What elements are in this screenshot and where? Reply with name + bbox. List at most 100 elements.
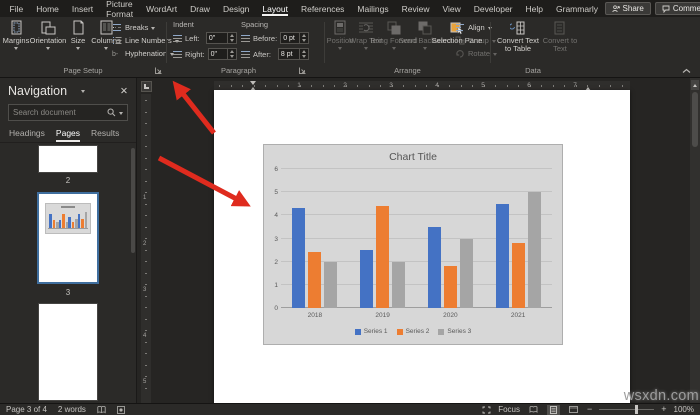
macro-icon[interactable] bbox=[117, 406, 125, 414]
collapse-ribbon-chevron-icon[interactable] bbox=[682, 68, 691, 74]
ruler-tick bbox=[145, 238, 147, 239]
spacing-title: Spacing bbox=[241, 20, 309, 29]
menu-tab-layout[interactable]: Layout bbox=[256, 0, 295, 17]
focus-icon[interactable] bbox=[482, 406, 491, 414]
indent-left-field: Left: 0" bbox=[173, 32, 237, 44]
bar-2018-series-3[interactable] bbox=[324, 262, 337, 308]
legend-item: Series 2 bbox=[397, 328, 430, 335]
zoom-out-button[interactable]: − bbox=[587, 405, 592, 414]
page-setup-dialog-launcher-icon[interactable] bbox=[154, 66, 163, 75]
group-label-data: Data bbox=[491, 66, 575, 75]
bar-2021-series-3[interactable] bbox=[528, 192, 541, 308]
ruler-number: 2 bbox=[143, 241, 146, 247]
bar-2019-series-3[interactable] bbox=[392, 262, 405, 308]
bar-2020-series-2[interactable] bbox=[444, 266, 457, 308]
paragraph-dialog-launcher-icon[interactable] bbox=[298, 66, 307, 75]
word-window: FileHomeInsertPicture FormatWordArtDrawD… bbox=[0, 0, 700, 415]
close-pane-icon[interactable]: ✕ bbox=[120, 87, 128, 96]
scrollbar-thumb[interactable] bbox=[692, 92, 698, 147]
spacing-after-input[interactable]: 8 pt bbox=[278, 48, 309, 60]
menu-tab-file[interactable]: File bbox=[3, 0, 30, 17]
menu-tab-insert[interactable]: Insert bbox=[65, 0, 99, 17]
spinner[interactable] bbox=[227, 33, 236, 43]
bar-2021-series-1[interactable] bbox=[496, 204, 509, 308]
convert-text-to-table-icon bbox=[510, 20, 526, 36]
bar-2018-series-2[interactable] bbox=[308, 252, 321, 308]
spinner[interactable] bbox=[227, 49, 236, 59]
y-axis-label: 2 bbox=[274, 259, 278, 266]
x-axis-label: 2019 bbox=[349, 312, 417, 319]
vertical-ruler[interactable]: 12345 bbox=[141, 94, 151, 403]
pane-options-chevron-icon[interactable] bbox=[81, 90, 85, 93]
bar-2020-series-1[interactable] bbox=[428, 227, 441, 308]
ruler-tick bbox=[380, 85, 381, 87]
bar-2019-series-1[interactable] bbox=[360, 250, 373, 308]
zoom-level[interactable]: 100% bbox=[674, 405, 694, 414]
zoom-in-button[interactable]: + bbox=[661, 405, 666, 414]
menu-tab-references[interactable]: References bbox=[294, 0, 350, 17]
spacing-before-input[interactable]: 0 pt bbox=[280, 32, 309, 44]
size-button[interactable]: Size bbox=[66, 17, 90, 50]
zoom-slider[interactable] bbox=[599, 409, 654, 410]
share-button[interactable]: Share bbox=[605, 2, 651, 15]
focus-button[interactable]: Focus bbox=[498, 405, 520, 414]
zoom-slider-thumb[interactable] bbox=[635, 405, 638, 414]
thumbnail-page-4[interactable] bbox=[39, 304, 97, 400]
align-icon bbox=[455, 23, 465, 32]
bar-2018-series-1[interactable] bbox=[292, 208, 305, 308]
menu-tab-draw[interactable]: Draw bbox=[184, 0, 217, 17]
print-layout-button[interactable] bbox=[547, 405, 560, 415]
group-label-arrange: Arrange bbox=[325, 66, 490, 75]
comments-button[interactable]: Comments bbox=[655, 2, 700, 15]
menu-tab-grammarly[interactable]: Grammarly bbox=[550, 0, 605, 17]
indent-right-input[interactable]: 0" bbox=[208, 48, 237, 60]
word-count[interactable]: 2 words bbox=[58, 405, 86, 414]
nav-tab-headings[interactable]: Headings bbox=[9, 128, 45, 142]
ruler-tick bbox=[472, 85, 473, 87]
document-scrollbar[interactable] bbox=[690, 78, 700, 403]
menu-tab-help[interactable]: Help bbox=[519, 0, 549, 17]
menu-tab-view[interactable]: View bbox=[436, 0, 467, 17]
spinner[interactable] bbox=[299, 49, 308, 59]
menu-tab-design[interactable]: Design bbox=[216, 0, 255, 17]
orientation-icon bbox=[40, 20, 56, 36]
menu-tab-developer[interactable]: Developer bbox=[467, 0, 519, 17]
web-layout-button[interactable] bbox=[567, 405, 580, 415]
ruler-tick bbox=[265, 85, 266, 87]
ruler-tick bbox=[145, 261, 147, 262]
tab-selector[interactable] bbox=[141, 81, 152, 92]
scroll-up-button[interactable] bbox=[691, 80, 699, 90]
search-options-chevron-icon[interactable] bbox=[119, 112, 123, 115]
thumbnail-page-3-selected[interactable] bbox=[37, 192, 99, 284]
mini-bar-group bbox=[59, 211, 69, 228]
menu-tab-mailings[interactable]: Mailings bbox=[351, 0, 395, 17]
ruler-tick bbox=[507, 85, 508, 87]
orientation-button[interactable]: Orientation bbox=[32, 17, 64, 50]
thumbnail-page-2[interactable] bbox=[39, 146, 97, 172]
spinner[interactable] bbox=[299, 33, 308, 43]
convert-text-to-table-button[interactable]: Convert Text to Table bbox=[497, 17, 539, 53]
embedded-bar-chart[interactable]: Chart Title 0123456 2018201920202021 Ser… bbox=[263, 144, 563, 345]
menu-tab-home[interactable]: Home bbox=[30, 0, 66, 17]
bar-2020-series-3[interactable] bbox=[460, 239, 473, 309]
ruler-number: 1 bbox=[143, 195, 146, 201]
menu-tab-picture-format[interactable]: Picture Format bbox=[100, 0, 140, 17]
ruler-number: 4 bbox=[143, 333, 146, 339]
indent-left-input[interactable]: 0" bbox=[206, 32, 237, 44]
bar-2021-series-2[interactable] bbox=[512, 243, 525, 308]
search-input[interactable]: Search document bbox=[8, 104, 128, 121]
document-page[interactable]: Chart Title 0123456 2018201920202021 Ser… bbox=[214, 90, 630, 409]
nav-tab-pages[interactable]: Pages bbox=[56, 128, 80, 142]
mini-bar bbox=[68, 217, 71, 228]
page-indicator[interactable]: Page 3 of 4 bbox=[6, 405, 47, 414]
menu-tab-review[interactable]: Review bbox=[395, 0, 436, 17]
menu-tab-wordart[interactable]: WordArt bbox=[140, 0, 184, 17]
navigation-scrollbar[interactable] bbox=[131, 148, 135, 253]
ruler-tick bbox=[145, 215, 147, 216]
search-icon[interactable] bbox=[107, 108, 116, 117]
margins-button[interactable]: Margins bbox=[2, 17, 30, 50]
bar-2019-series-2[interactable] bbox=[376, 206, 389, 308]
proofing-icon[interactable] bbox=[97, 406, 106, 414]
read-mode-button[interactable] bbox=[527, 405, 540, 415]
nav-tab-results[interactable]: Results bbox=[91, 128, 119, 142]
